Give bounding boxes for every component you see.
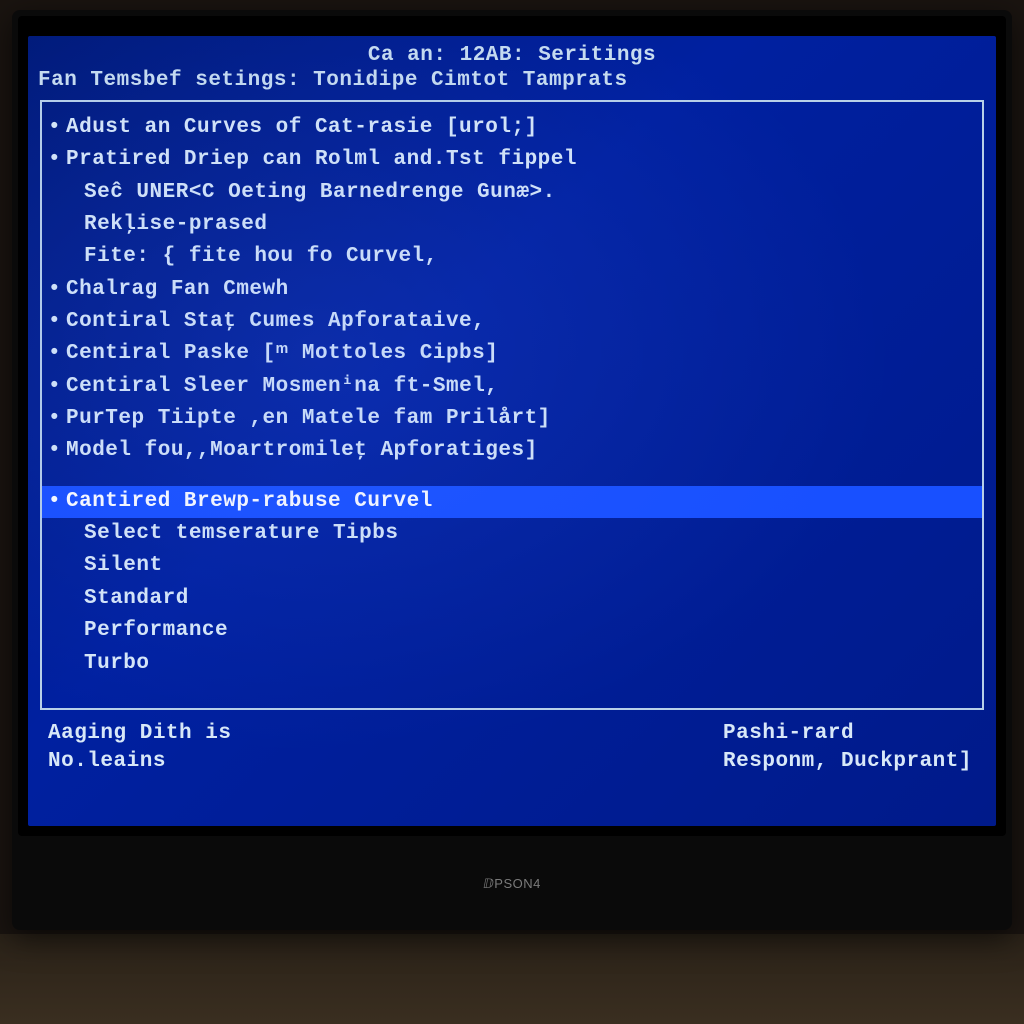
footer-right-line2: Responm, Duckprant]: [723, 748, 972, 776]
monitor-bezel: Ca an: 12AB: Seritings Fan Temsbef setin…: [18, 16, 1006, 836]
menu-item[interactable]: Contiral Staţ Cumes Apforataive,: [42, 306, 982, 338]
menu-item[interactable]: Model fou,,Moartromileţ Apforatiges]: [42, 435, 982, 467]
footer-left-line1: Aaging Dith is: [48, 720, 231, 748]
menu-item[interactable]: Pratired Driep can Rolml and.Tst fippel: [42, 144, 982, 176]
menu-item[interactable]: PurTep Tiipte ,en Matele fam Prilårt]: [42, 403, 982, 435]
settings-box: Adust an Curves of Cat-rasie [urol;] Pra…: [40, 100, 984, 710]
profile-option-silent[interactable]: Silent: [42, 550, 982, 582]
menu-item[interactable]: Centiral Paske [ᵐ Mottoles Cipbs]: [42, 338, 982, 370]
page-title-line1: Ca an: 12AB: Seritings: [34, 44, 990, 67]
menu-item[interactable]: Chalrag Fan Cmewh: [42, 274, 982, 306]
profile-option-performance[interactable]: Performance: [42, 615, 982, 647]
menu-item[interactable]: Adust an Curves of Cat-rasie [urol;]: [42, 112, 982, 144]
footer-bar: Aaging Dith is No.leains Pashi-rard Resp…: [34, 710, 990, 777]
menu-subtext: Seĉ UNER<C Oeting Barnedrenge Gunæ>.: [42, 177, 982, 209]
footer-right-line1: Pashi-rard: [723, 720, 972, 748]
profile-option-turbo[interactable]: Turbo: [42, 648, 982, 680]
profile-option[interactable]: Select temserature Tipbs: [42, 518, 982, 550]
monitor-brand-logo: ⅅPSON4: [483, 876, 541, 892]
menu-item[interactable]: Centiral Sleer Mosmenⁱna ft-Smel,: [42, 371, 982, 403]
footer-left-line2: No.leains: [48, 748, 231, 776]
menu-subtext: Fite: { fite hou fo Curvel,: [42, 241, 982, 273]
bios-screen: Ca an: 12AB: Seritings Fan Temsbef setin…: [28, 36, 996, 826]
profile-option-standard[interactable]: Standard: [42, 583, 982, 615]
monitor-frame: Ca an: 12AB: Seritings Fan Temsbef setin…: [12, 10, 1012, 930]
menu-subtext: Rekļise-prased: [42, 209, 982, 241]
page-title-line2: Fan Temsbef setings: Tonidipe Cimtot Tam…: [34, 69, 990, 92]
menu-item-selected[interactable]: Cantired Brewp-rabuse Curvel: [42, 486, 982, 518]
monitor-stand-area: ⅅPSON4: [18, 836, 1006, 926]
